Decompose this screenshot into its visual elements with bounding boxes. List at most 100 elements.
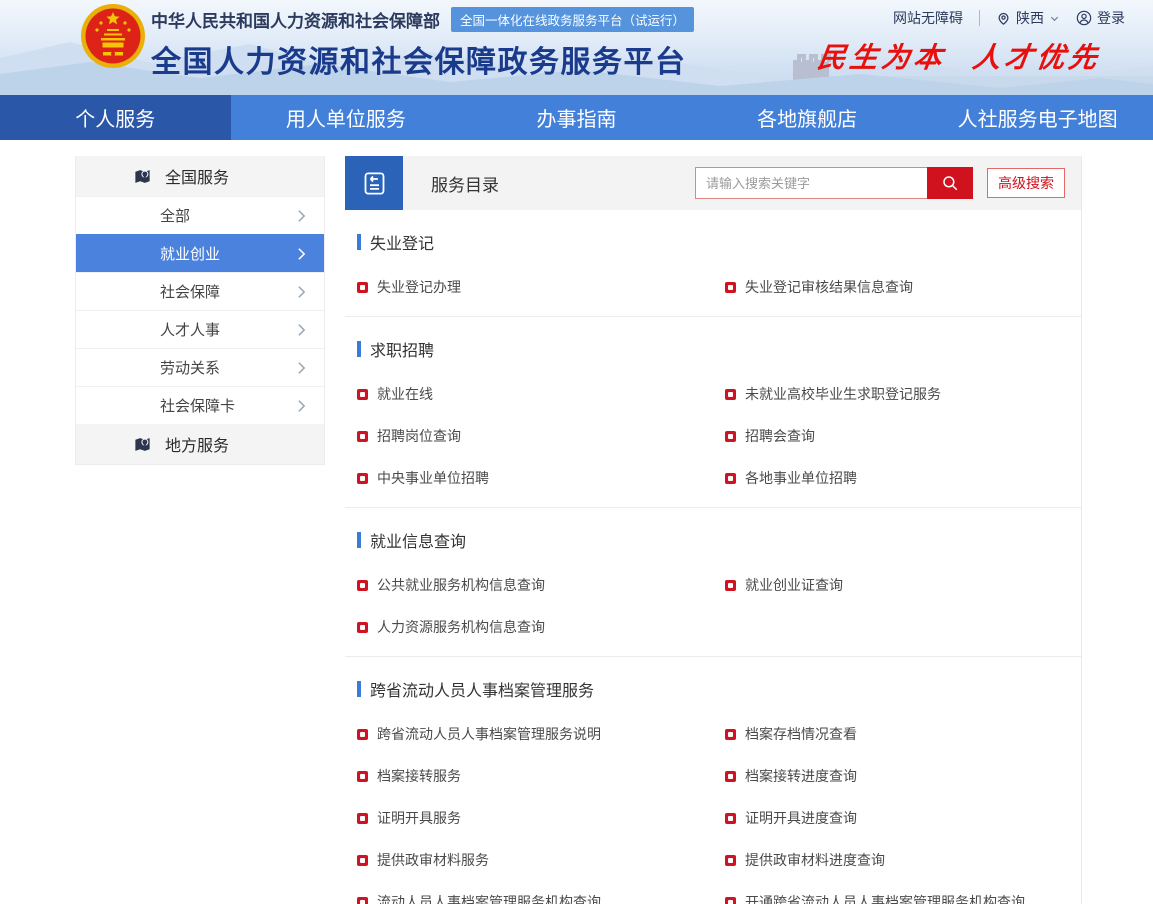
service-link-label: 公共就业服务机构信息查询 — [377, 575, 545, 595]
service-link[interactable]: 流动人员人事档案管理服务机构查询 — [357, 881, 725, 904]
site-header: 中华人民共和国人力资源和社会保障部 全国一体化在线政务服务平台（试运行） 全国人… — [0, 0, 1153, 95]
divider — [979, 10, 980, 26]
chevron-right-icon — [297, 209, 306, 223]
service-link[interactable]: 证明开具服务 — [357, 797, 725, 839]
sidebar-header-local[interactable]: 地方服务 — [76, 424, 324, 464]
service-bullet-icon — [725, 813, 736, 824]
login-label: 登录 — [1097, 8, 1125, 28]
service-link[interactable]: 公共就业服务机构信息查询 — [357, 564, 725, 606]
service-link[interactable]: 各地事业单位招聘 — [725, 457, 1081, 499]
accessibility-link[interactable]: 网站无障碍 — [893, 8, 963, 28]
service-bullet-icon — [357, 855, 368, 866]
service-link[interactable]: 招聘岗位查询 — [357, 415, 725, 457]
service-bullet-icon — [725, 897, 736, 904]
service-link[interactable]: 中央事业单位招聘 — [357, 457, 725, 499]
nav-item[interactable]: 用人单位服务 — [231, 95, 462, 140]
service-bullet-icon — [357, 431, 368, 442]
nav-item-label: 人社服务电子地图 — [958, 103, 1118, 132]
sidebar-item-label: 就业创业 — [160, 243, 220, 264]
service-link[interactable]: 就业在线 — [357, 373, 725, 415]
service-link[interactable]: 档案存档情况查看 — [725, 713, 1081, 755]
service-link[interactable]: 提供政审材料服务 — [357, 839, 725, 881]
service-bullet-icon — [357, 771, 368, 782]
service-link-label: 就业在线 — [377, 384, 433, 404]
service-link[interactable]: 人力资源服务机构信息查询 — [357, 606, 725, 648]
nav-item[interactable]: 个人服务 — [0, 95, 231, 140]
service-item-grid: 跨省流动人员人事档案管理服务说明 档案存档情况查看 档案接转服务 档案接转进度查… — [345, 713, 1081, 904]
service-link[interactable]: 就业创业证查询 — [725, 564, 1081, 606]
service-link[interactable]: 证明开具进度查询 — [725, 797, 1081, 839]
service-link-label: 档案接转服务 — [377, 766, 461, 786]
service-link-label: 失业登记审核结果信息查询 — [745, 277, 913, 297]
section-title: 跨省流动人员人事档案管理服务 — [345, 677, 1081, 701]
sidebar-item[interactable]: 就业创业 — [76, 234, 324, 272]
section-title-bar — [357, 681, 361, 697]
header-utilities: 网站无障碍 陕西 登录 — [893, 8, 1125, 28]
service-link[interactable]: 招聘会查询 — [725, 415, 1081, 457]
location-pin-icon — [996, 11, 1011, 26]
service-item-grid: 失业登记办理 失业登记审核结果信息查询 — [345, 266, 1081, 308]
sidebar-item[interactable]: 人才人事 — [76, 310, 324, 348]
chevron-right-icon — [297, 247, 306, 261]
service-link[interactable]: 档案接转进度查询 — [725, 755, 1081, 797]
service-link[interactable]: 失业登记审核结果信息查询 — [725, 266, 1081, 308]
service-link[interactable]: 档案接转服务 — [357, 755, 725, 797]
service-link-label: 证明开具进度查询 — [745, 808, 857, 828]
sidebar-item[interactable]: 劳动关系 — [76, 348, 324, 386]
service-bullet-icon — [357, 897, 368, 904]
document-directory-icon — [361, 170, 388, 197]
service-bullet-icon — [357, 282, 368, 293]
service-bullet-icon — [725, 771, 736, 782]
service-bullet-icon — [725, 431, 736, 442]
directory-icon-box — [345, 156, 403, 210]
service-link-label: 跨省流动人员人事档案管理服务说明 — [377, 724, 601, 744]
service-bullet-icon — [725, 473, 736, 484]
chevron-right-icon — [297, 285, 306, 299]
service-bullet-icon — [725, 855, 736, 866]
service-link-label: 开通跨省流动人员人事档案管理服务机构查询 — [745, 892, 1025, 904]
service-link[interactable]: 未就业高校毕业生求职登记服务 — [725, 373, 1081, 415]
service-link-label: 流动人员人事档案管理服务机构查询 — [377, 892, 601, 904]
user-icon — [1076, 10, 1092, 26]
section-title-label: 求职招聘 — [370, 337, 434, 361]
section-title-label: 就业信息查询 — [370, 528, 466, 552]
section-title: 就业信息查询 — [345, 528, 1081, 552]
search-button[interactable] — [927, 167, 973, 199]
search-icon — [941, 174, 959, 192]
sidebar-item-label: 人才人事 — [160, 319, 220, 340]
service-link-label: 证明开具服务 — [377, 808, 461, 828]
service-bullet-icon — [357, 580, 368, 591]
platform-badge: 全国一体化在线政务服务平台（试运行） — [451, 7, 694, 32]
service-link-label: 未就业高校毕业生求职登记服务 — [745, 384, 941, 404]
nav-item[interactable]: 人社服务电子地图 — [922, 95, 1153, 140]
advanced-search-button[interactable]: 高级搜索 — [987, 168, 1065, 198]
service-link-label: 中央事业单位招聘 — [377, 468, 489, 488]
service-link[interactable]: 失业登记办理 — [357, 266, 725, 308]
slogan-calligraphy: 民生为本 人才优先 — [815, 36, 1104, 76]
nav-item[interactable]: 各地旗舰店 — [692, 95, 923, 140]
search-input[interactable] — [695, 167, 927, 199]
nav-item[interactable]: 办事指南 — [461, 95, 692, 140]
login-button[interactable]: 登录 — [1076, 8, 1125, 28]
service-link[interactable]: 跨省流动人员人事档案管理服务说明 — [357, 713, 725, 755]
service-bullet-icon — [725, 580, 736, 591]
service-directory-panel: 服务目录 高级搜索 失业登记 失业登记办理 失业登记审核结果信息查询 — [345, 156, 1082, 904]
service-link-label: 各地事业单位招聘 — [745, 468, 857, 488]
service-link-label: 人力资源服务机构信息查询 — [377, 617, 545, 637]
service-link[interactable]: 提供政审材料进度查询 — [725, 839, 1081, 881]
sidebar-item[interactable]: 社会保障卡 — [76, 386, 324, 424]
service-bullet-icon — [725, 389, 736, 400]
section-title: 失业登记 — [345, 230, 1081, 254]
service-link[interactable]: 开通跨省流动人员人事档案管理服务机构查询 — [725, 881, 1081, 904]
sidebar-item[interactable]: 社会保障 — [76, 272, 324, 310]
map-service-icon — [133, 167, 152, 186]
service-link-label: 招聘会查询 — [745, 426, 815, 446]
sidebar-item-list: 全部 就业创业 社会保障 人才人事 — [76, 196, 324, 424]
search-group: 高级搜索 — [695, 167, 1065, 199]
sidebar-item[interactable]: 全部 — [76, 196, 324, 234]
section-title-bar — [357, 532, 361, 548]
service-link-label: 档案存档情况查看 — [745, 724, 857, 744]
section-title-bar — [357, 341, 361, 357]
region-selector[interactable]: 陕西 — [996, 8, 1060, 28]
national-emblem-icon — [80, 3, 146, 69]
